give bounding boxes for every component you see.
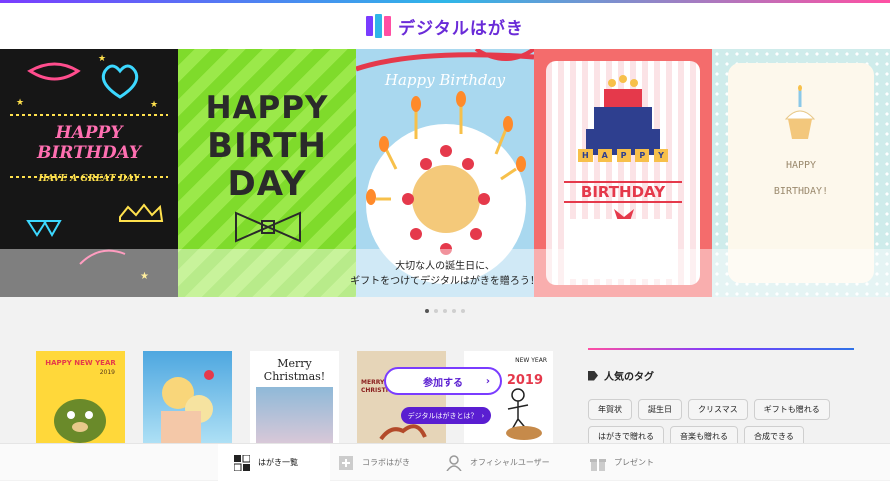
chevron-right-icon: › (481, 411, 485, 420)
banner-letter-p2: P (635, 149, 650, 162)
tag-icon (588, 370, 598, 381)
mint-card-line-2: BIRTHDAY! (773, 186, 829, 197)
green-card-line-1: HAPPY (205, 90, 329, 126)
banner-letter-h: H (578, 149, 593, 162)
cupcake-icon (784, 85, 816, 139)
mint-card-line-1: HAPPY (785, 160, 817, 171)
boar-icon (54, 399, 106, 443)
hero-caption: 大切な人の誕生日に、 ギフトをつけてデジタルはがきを贈ろう！ (350, 261, 540, 287)
neon-line-3: HAVE A GREAT DAY (38, 174, 140, 184)
carousel-dot-1[interactable] (425, 309, 429, 313)
banner-letter-p1: P (616, 149, 631, 162)
carousel-dot-5[interactable] (461, 309, 465, 313)
carousel-dot-4[interactable] (452, 309, 456, 313)
user-icon (446, 454, 462, 471)
thumbnail-merry-christmas[interactable]: Merry Christmas! (250, 351, 339, 443)
tag-gift[interactable]: ギフトも贈れる (753, 399, 830, 420)
nav-item-postcard-list[interactable]: はがき一覧 (218, 444, 330, 481)
bow-icon (235, 211, 301, 243)
carousel-dot-3[interactable] (443, 309, 447, 313)
tag-christmas[interactable]: クリスマス (688, 399, 748, 420)
thumbnail-anime-beach[interactable] (143, 351, 232, 443)
thumbnail-new-year-2019[interactable]: NEW YEAR 2019 (464, 351, 553, 443)
tag-new-year[interactable]: 年賀状 (588, 399, 632, 420)
popular-tags-panel: 人気のタグ 年賀状 誕生日 クリスマス ギフトも贈れる はがきで贈れる 音楽も贈… (588, 348, 854, 447)
nav-item-collab-postcard[interactable]: コラボはがき (338, 444, 438, 481)
logo-mark-icon (366, 14, 392, 38)
tag-birthday[interactable]: 誕生日 (638, 399, 682, 420)
anime-characters-icon (161, 370, 214, 443)
grid-icon (234, 454, 250, 471)
neon-line-1: HAPPY (55, 123, 123, 143)
gift-icon (590, 458, 606, 471)
green-card-line-2: BIRTH (207, 126, 327, 166)
svg-text:★: ★ (150, 100, 158, 110)
tags-title: 人気のタグ (604, 372, 654, 383)
nav-item-official-users[interactable]: オフィシャルユーザー (446, 444, 566, 481)
join-button[interactable]: 参加する › (384, 367, 502, 395)
man-riding-boar-icon (506, 388, 542, 440)
banner-letter-a: A (597, 149, 612, 162)
thumbnail-new-year-boar[interactable]: HAPPY NEW YEAR 2019 (36, 351, 125, 443)
bottom-navigation: はがき一覧 コラボはがき オフィシャルユーザー プレゼント (0, 443, 890, 481)
green-card-line-3: DAY (227, 164, 307, 204)
child-photo-icon (256, 387, 333, 443)
site-logo-text: デジタルはがき (398, 18, 524, 39)
tags-divider (588, 348, 854, 350)
plus-card-icon (339, 455, 353, 470)
carousel-pagination (0, 309, 890, 313)
thumbnail-merry-christmas-kraft[interactable]: MERRY CHRISTMAS (357, 351, 446, 443)
site-logo[interactable]: デジタルはがき (366, 14, 524, 39)
red-card-title: BIRTHDAY (564, 181, 682, 203)
banner-letter-y: Y (654, 149, 668, 162)
site-header: デジタルはがき (0, 3, 890, 49)
cake-card-title: Happy Birthday (384, 71, 506, 89)
postcard-thumbnails: HAPPY NEW YEAR 2019 Merry Christmas! MER… (36, 351, 556, 443)
neon-line-2: BIRTHDAY (36, 143, 142, 163)
tags-list: 年賀状 誕生日 クリスマス ギフトも贈れる はがきで贈れる 音楽も贈れる 合成で… (588, 399, 868, 447)
hero-carousel[interactable]: ★ ★ ★ ★ HAPPY BIRTHDAY HAVE A GREAT DAY … (0, 49, 890, 297)
carousel-dot-2[interactable] (434, 309, 438, 313)
nav-item-present[interactable]: プレゼント (590, 444, 670, 481)
chevron-right-icon: › (485, 375, 490, 387)
svg-text:★: ★ (98, 54, 106, 64)
about-digital-postcard-button[interactable]: デジタルはがきとは？ › (401, 407, 491, 424)
svg-text:★: ★ (16, 98, 24, 108)
